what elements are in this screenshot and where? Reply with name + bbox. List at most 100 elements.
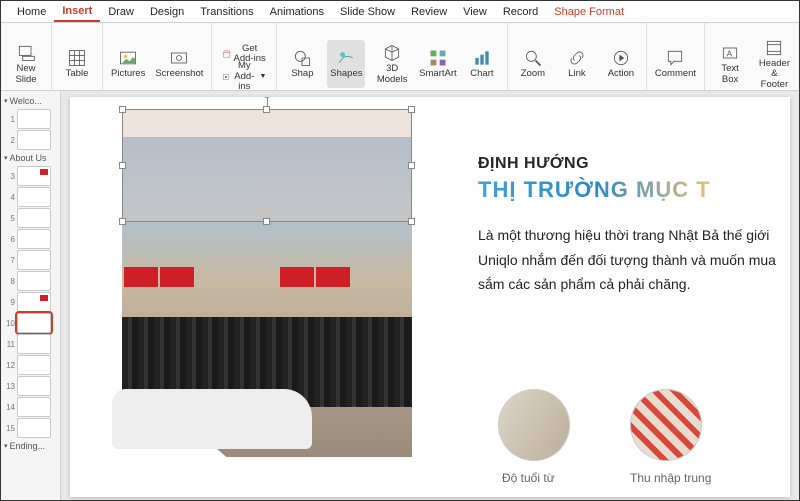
tab-animations[interactable]: Animations xyxy=(262,3,332,21)
caption-1[interactable]: Độ tuổi từ xyxy=(502,471,555,485)
comment-button[interactable]: Comment xyxy=(653,40,698,88)
tab-review[interactable]: Review xyxy=(403,3,455,21)
section-ending[interactable]: Ending... xyxy=(3,439,58,453)
link-label: Link xyxy=(568,69,585,79)
action-icon xyxy=(611,48,631,68)
circle-image-2[interactable] xyxy=(630,389,702,461)
thumb-row[interactable]: 2 xyxy=(5,130,58,150)
section-about-us[interactable]: About Us xyxy=(3,151,58,165)
resize-handle[interactable] xyxy=(263,218,270,225)
slide-thumb[interactable] xyxy=(17,355,51,375)
thumb-row[interactable]: 8 xyxy=(5,271,58,291)
chart-button[interactable]: Chart xyxy=(463,40,501,88)
group-illustrations: Shap Shapes 3D Models SmartArt Chart xyxy=(277,23,507,90)
tab-draw[interactable]: Draw xyxy=(100,3,142,21)
caption-2[interactable]: Thu nhập trung xyxy=(630,471,711,485)
tab-record[interactable]: Record xyxy=(495,3,546,21)
3dmodels-button[interactable]: 3D Models xyxy=(371,40,412,88)
table-icon xyxy=(67,48,87,68)
thumb-row[interactable]: 13 xyxy=(5,376,58,396)
resize-handle[interactable] xyxy=(119,106,126,113)
circle-image-1[interactable] xyxy=(498,389,570,461)
slide-thumb[interactable] xyxy=(17,376,51,396)
link-button[interactable]: Link xyxy=(558,40,596,88)
comment-icon xyxy=(665,48,685,68)
thumb-row[interactable]: 14 xyxy=(5,397,58,417)
thumb-row[interactable]: 7 xyxy=(5,250,58,270)
slide-thumb[interactable] xyxy=(17,292,51,312)
resize-handle[interactable] xyxy=(408,106,415,113)
table-label: Table xyxy=(66,69,89,79)
slide-thumb[interactable] xyxy=(17,334,51,354)
tab-home[interactable]: Home xyxy=(9,3,54,21)
resize-handle[interactable] xyxy=(119,218,126,225)
thumb-row[interactable]: 3 xyxy=(5,166,58,186)
headerfooter-icon xyxy=(764,38,784,58)
my-addins-button[interactable]: My Add-ins▼ xyxy=(218,66,270,88)
thumb-row[interactable]: 4 xyxy=(5,187,58,207)
resize-handle[interactable] xyxy=(263,106,270,113)
thumb-row[interactable]: 12 xyxy=(5,355,58,375)
thumb-row[interactable]: 11 xyxy=(5,334,58,354)
slide-thumb[interactable] xyxy=(17,271,51,291)
resize-handle[interactable] xyxy=(119,162,126,169)
tab-slideshow[interactable]: Slide Show xyxy=(332,3,403,21)
selected-shape[interactable] xyxy=(122,109,412,222)
resize-handle[interactable] xyxy=(408,162,415,169)
headerfooter-label: Header & Footer xyxy=(757,59,792,90)
slide-title-2[interactable]: THỊ TRƯỜNG MỤC T xyxy=(478,177,711,203)
store-icon xyxy=(222,47,231,61)
slide-thumb[interactable] xyxy=(17,397,51,417)
shapes-button-primary[interactable]: Shap xyxy=(283,40,321,88)
slide-thumb[interactable] xyxy=(17,229,51,249)
slide-thumb[interactable] xyxy=(17,187,51,207)
action-button[interactable]: Action xyxy=(602,40,640,88)
screenshot-button[interactable]: Screenshot xyxy=(153,40,205,88)
slide-thumb[interactable] xyxy=(17,109,51,129)
tab-transitions[interactable]: Transitions xyxy=(192,3,261,21)
thumb-row[interactable]: 6 xyxy=(5,229,58,249)
chevron-down-icon: ▼ xyxy=(259,73,266,81)
action-label: Action xyxy=(608,69,634,79)
thumbnail-pane[interactable]: Welco... 1 2 About Us 3 4 5 6 7 8 9 10 1… xyxy=(1,91,61,500)
group-text: A Text Box Header & Footer A WordArt Dat… xyxy=(705,23,800,90)
slide-thumb[interactable] xyxy=(17,130,51,150)
new-slide-button[interactable]: New Slide xyxy=(7,40,45,88)
headerfooter-button[interactable]: Header & Footer xyxy=(755,40,794,88)
tab-view[interactable]: View xyxy=(455,3,495,21)
thumb-row[interactable]: 5 xyxy=(5,208,58,228)
pictures-label: Pictures xyxy=(111,69,145,79)
textbox-label: Text Box xyxy=(713,64,747,85)
slide-thumb[interactable] xyxy=(17,250,51,270)
thumb-row[interactable]: 10 xyxy=(5,313,58,333)
tab-shape-format[interactable]: Shape Format xyxy=(546,3,632,21)
slide-thumb[interactable] xyxy=(17,313,51,333)
slide[interactable]: ĐỊNH HƯỚNG THỊ TRƯỜNG MỤC T Là một thươn… xyxy=(70,97,790,497)
table-button[interactable]: Table xyxy=(58,40,96,88)
my-addins-label: My Add-ins xyxy=(231,61,257,92)
shapes-gallery-button[interactable]: Shapes xyxy=(327,40,365,88)
pictures-button[interactable]: Pictures xyxy=(109,40,147,88)
ribbon: New Slide Table Pictures Screenshot Get … xyxy=(1,23,799,91)
resize-handle[interactable] xyxy=(408,218,415,225)
slide-thumb[interactable] xyxy=(17,208,51,228)
thumb-row[interactable]: 15 xyxy=(5,418,58,438)
slide-body[interactable]: Là một thương hiệu thời trang Nhật Bả th… xyxy=(478,223,790,297)
thumb-row[interactable]: 1 xyxy=(5,109,58,129)
slide-canvas[interactable]: ĐỊNH HƯỚNG THỊ TRƯỜNG MỤC T Là một thươn… xyxy=(61,91,799,500)
section-welcome[interactable]: Welco... xyxy=(3,94,58,108)
zoom-button[interactable]: Zoom xyxy=(514,40,552,88)
tab-insert[interactable]: Insert xyxy=(54,2,100,22)
screenshot-icon xyxy=(169,48,189,68)
rotation-handle[interactable] xyxy=(263,97,271,98)
slide-title-1[interactable]: ĐỊNH HƯỚNG xyxy=(478,155,589,173)
textbox-button[interactable]: A Text Box xyxy=(711,40,749,88)
smartart-button[interactable]: SmartArt xyxy=(419,40,457,88)
thumb-row[interactable]: 9 xyxy=(5,292,58,312)
shapes-gallery-icon xyxy=(336,48,356,68)
tab-design[interactable]: Design xyxy=(142,3,192,21)
group-slides: New Slide xyxy=(1,23,52,90)
chart-icon xyxy=(472,48,492,68)
slide-thumb[interactable] xyxy=(17,166,51,186)
slide-thumb[interactable] xyxy=(17,418,51,438)
